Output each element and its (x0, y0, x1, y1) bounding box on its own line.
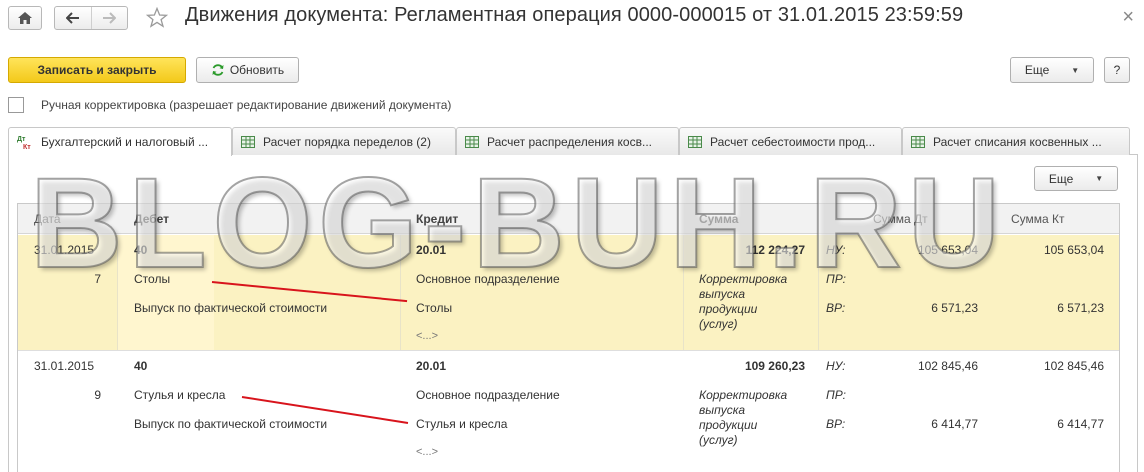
col-credit[interactable]: Кредит (416, 212, 458, 226)
table-icon (241, 135, 255, 148)
tab-indirect-distribution[interactable]: Расчет распределения косв... (456, 127, 679, 155)
more-label: Еще (1048, 171, 1074, 186)
tab-label: Расчет порядка переделов (2) (263, 134, 431, 149)
vr-amount-dt: 6 571,23 (931, 301, 978, 315)
tab-redistribution-order[interactable]: Расчет порядка переделов (2) (232, 127, 456, 155)
label-nu: НУ: (826, 359, 846, 373)
tab-label: Расчет себестоимости прод... (710, 134, 876, 149)
page-title: Движения документа: Регламентная операци… (185, 4, 964, 26)
label-pr: ПР: (826, 388, 846, 402)
col-date[interactable]: Дата (34, 212, 61, 226)
nu-amount-kt: 105 653,04 (1043, 243, 1104, 257)
vr-amount-kt: 6 414,77 (1057, 417, 1104, 431)
manual-adjustment-label: Ручная корректировка (разрешает редактир… (41, 98, 452, 112)
row-number: 9 (94, 388, 101, 402)
credit-subconto-2: Столы (416, 301, 453, 315)
manual-adjustment-checkbox[interactable] (8, 97, 24, 113)
forward-button[interactable] (90, 7, 128, 29)
favorite-star-icon[interactable] (146, 7, 168, 28)
row-date: 31.01.2015 (34, 243, 95, 257)
arrow-right-icon (103, 12, 117, 24)
label-vr: ВР: (826, 417, 846, 431)
arrow-left-icon (65, 12, 79, 24)
refresh-button[interactable]: Обновить (196, 57, 299, 83)
col-amount-kt[interactable]: Сумма Кт (1011, 212, 1065, 226)
tab-label: Расчет распределения косв... (487, 134, 652, 149)
credit-subconto-3: <...> (416, 330, 439, 342)
label-vr: ВР: (826, 301, 846, 315)
debit-account: 40 (134, 359, 148, 373)
more-label: Еще (1024, 63, 1050, 77)
col-amount-dt[interactable]: Сумма Дт (873, 212, 928, 226)
table-icon (465, 135, 479, 148)
cell-highlight (118, 235, 214, 350)
table-icon (688, 135, 702, 148)
nu-amount-dt: 102 845,46 (917, 359, 978, 373)
vr-amount-dt: 6 414,77 (931, 417, 978, 431)
panel-more-button[interactable]: Еще ▼ (1034, 166, 1118, 191)
row-amount: 109 260,23 (744, 359, 805, 373)
refresh-label: Обновить (229, 63, 285, 77)
postings-table: Дата Дебет Кредит Сумма Сумма Дт Сумма К… (17, 203, 1120, 472)
row-content: Корректировка выпуска продукции (услуг) (699, 388, 788, 447)
tab-cost-calculation[interactable]: Расчет себестоимости прод... (679, 127, 902, 155)
home-button[interactable] (8, 6, 42, 30)
table-row[interactable]: 31.01.2015 9 40 Стулья и кресла Выпуск п… (18, 351, 1119, 469)
debit-subconto-1: Столы (134, 272, 171, 286)
credit-subconto-3: <...> (416, 446, 439, 458)
svg-text:Кт: Кт (23, 144, 31, 150)
nu-amount-dt: 105 653,04 (917, 243, 978, 257)
table-header: Дата Дебет Кредит Сумма Сумма Дт Сумма К… (18, 204, 1119, 234)
label-nu: НУ: (826, 243, 846, 257)
help-button[interactable]: ? (1104, 57, 1130, 83)
credit-subconto-2: Стулья и кресла (416, 417, 508, 431)
table-row[interactable]: 31.01.2015 7 40 Столы Выпуск по фактичес… (18, 235, 1119, 350)
column-divider (818, 235, 819, 350)
row-date: 31.01.2015 (34, 359, 95, 373)
triangle-down-icon: ▼ (1071, 65, 1080, 75)
debit-subconto-1: Стулья и кресла (134, 388, 226, 402)
col-amount[interactable]: Сумма (699, 212, 738, 226)
refresh-icon (212, 64, 224, 76)
dt-kt-icon: Дт Кт (17, 136, 31, 150)
col-debit[interactable]: Дебет (134, 212, 169, 226)
row-amount: 112 224,27 (745, 243, 805, 257)
credit-account: 20.01 (416, 243, 447, 257)
save-and-close-button[interactable]: Записать и закрыть (8, 57, 186, 83)
close-icon[interactable]: × (1122, 6, 1134, 29)
credit-subconto-1: Основное подразделение (416, 388, 560, 402)
row-number: 7 (94, 272, 101, 286)
svg-text:Дт: Дт (17, 136, 26, 143)
column-divider (117, 235, 118, 350)
nu-amount-kt: 102 845,46 (1043, 359, 1104, 373)
more-button[interactable]: Еще ▼ (1010, 57, 1094, 83)
credit-account: 20.01 (416, 359, 447, 373)
debit-subconto-2: Выпуск по фактической стоимости (134, 417, 328, 431)
home-icon (18, 12, 32, 24)
vr-amount-kt: 6 571,23 (1057, 301, 1104, 315)
tab-accounting-tax[interactable]: Дт Кт Бухгалтерский и налоговый ... (8, 127, 232, 156)
triangle-down-icon: ▼ (1095, 174, 1104, 183)
column-divider (400, 235, 401, 350)
tab-label: Бухгалтерский и налоговый ... (41, 135, 209, 149)
debit-subconto-2: Выпуск по фактической стоимости (134, 301, 328, 315)
table-icon (911, 135, 925, 148)
credit-subconto-1: Основное подразделение (416, 272, 560, 286)
tab-indirect-writeoff[interactable]: Расчет списания косвенных ... (902, 127, 1130, 155)
back-button[interactable] (55, 7, 91, 29)
debit-account: 40 (134, 243, 148, 257)
row-content: Корректировка выпуска продукции (услуг) (699, 272, 788, 331)
label-pr: ПР: (826, 272, 846, 286)
tab-label: Расчет списания косвенных ... (933, 134, 1102, 149)
history-nav (54, 6, 128, 30)
